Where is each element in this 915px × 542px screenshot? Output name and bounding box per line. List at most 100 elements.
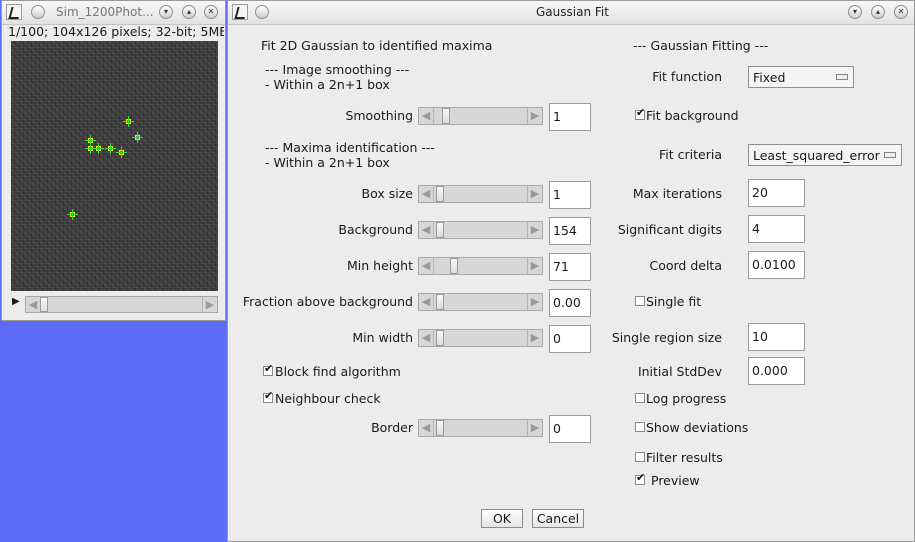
cancel-button[interactable]: Cancel [532,509,584,528]
imagej-app-icon[interactable] [6,4,22,20]
fraction-above-background-field[interactable]: 0.00 [549,289,591,317]
fit-criteria-select[interactable]: Least_squared_error [748,144,902,166]
min-width-label: Min width [352,330,413,345]
dialog-titlebar[interactable]: Gaussian Fit ▾ ▴ ✕ [228,1,914,25]
coord-delta-field[interactable]: 0.0100 [748,251,805,279]
slider-left-arrow-icon[interactable]: ◀ [419,108,434,124]
smoothing-field[interactable]: 1 [549,103,591,131]
slider-right-arrow-icon[interactable]: ▶ [527,330,542,346]
imagej-app-icon[interactable] [232,4,248,20]
slider-knob[interactable] [442,108,450,124]
close-icon[interactable]: ✕ [894,5,908,19]
microscopy-image[interactable] [11,41,218,291]
initial-stddev-label: Initial StdDev [637,364,722,379]
slider-left-arrow-icon[interactable]: ◀ [419,420,434,436]
log-progress-checkbox[interactable]: ✔ [635,393,645,403]
slider-knob[interactable] [436,330,444,346]
block-find-label[interactable]: Block find algorithm [275,364,401,379]
gaussian-fitting-header: --- Gaussian Fitting --- [633,38,769,53]
box-size-slider[interactable]: ◀ ▶ [418,185,543,203]
maxima-marker [93,143,104,154]
play-icon[interactable]: ▶ [12,296,20,307]
window-menu-icon[interactable] [31,5,45,19]
slider-right-arrow-icon[interactable]: ▶ [202,297,217,313]
fit-function-select[interactable]: Fixed [748,66,854,88]
fit-background-checkbox[interactable]: ✔ [635,106,646,120]
fraction-above-background-slider[interactable]: ◀ ▶ [418,293,543,311]
slider-right-arrow-icon[interactable]: ▶ [527,420,542,436]
smoothing-slider[interactable]: ◀ ▶ [418,107,543,125]
neighbour-check-label[interactable]: Neighbour check [275,391,381,406]
preview-checkbox[interactable]: ✔ [635,472,645,485]
filter-results-checkbox[interactable]: ✔ [635,452,645,462]
ok-button[interactable]: OK [481,509,523,528]
slider-left-arrow-icon[interactable]: ◀ [419,294,434,310]
background-slider[interactable]: ◀ ▶ [418,221,543,239]
fit-function-value: Fixed [753,70,786,85]
block-find-checkbox[interactable]: ✔ [263,362,274,376]
slider-right-arrow-icon[interactable]: ▶ [527,186,542,202]
frame-slider[interactable]: ◀ ▶ [25,296,218,313]
slider-left-arrow-icon[interactable]: ◀ [419,330,434,346]
single-fit-label[interactable]: Single fit [646,294,701,309]
show-deviations-checkbox[interactable]: ✔ [635,422,645,432]
show-deviations-label[interactable]: Show deviations [646,420,748,435]
fit-criteria-label: Fit criteria [659,147,722,162]
maximize-icon[interactable]: ▴ [182,5,196,19]
filter-results-label[interactable]: Filter results [646,450,723,465]
smoothing-section-header: --- Image smoothing --- [265,62,410,77]
max-iterations-field[interactable]: 20 [748,179,805,207]
slider-knob[interactable] [436,420,444,436]
checkmark-icon: ✔ [264,362,274,375]
neighbour-check-checkbox[interactable]: ✔ [263,390,273,403]
border-field[interactable]: 0 [549,415,591,443]
coord-delta-label: Coord delta [649,258,722,273]
image-window: Sim_1200Phot... ▾ ▴ ✕ 1/100; 104x126 pix… [1,0,226,321]
min-width-slider[interactable]: ◀ ▶ [418,329,543,347]
max-iterations-label: Max iterations [632,186,722,201]
slider-right-arrow-icon[interactable]: ▶ [527,294,542,310]
image-window-title: Sim_1200Phot... [56,5,154,19]
border-slider[interactable]: ◀ ▶ [418,419,543,437]
image-window-titlebar[interactable]: Sim_1200Phot... ▾ ▴ ✕ [2,1,225,25]
maximize-icon[interactable]: ▴ [871,5,885,19]
dropdown-icon [836,74,848,80]
slider-left-arrow-icon[interactable]: ◀ [419,258,434,274]
slider-knob[interactable] [436,222,444,238]
minimize-icon[interactable]: ▾ [159,5,173,19]
significant-digits-field[interactable]: 4 [748,215,805,243]
slider-left-arrow-icon[interactable]: ◀ [419,186,434,202]
fit-background-label[interactable]: Fit background [646,108,739,123]
slider-left-arrow-icon[interactable]: ◀ [419,222,434,238]
smoothing-label: Smoothing [345,108,413,123]
frame-slider-knob[interactable] [40,297,48,312]
maxima-marker [132,132,143,143]
window-menu-icon[interactable] [255,5,269,19]
smoothing-section-sub: - Within a 2n+1 box [265,77,390,92]
min-height-slider[interactable]: ◀ ▶ [418,257,543,275]
preview-label[interactable]: Preview [651,473,700,488]
checkmark-icon: ✔ [636,106,646,119]
slider-knob[interactable] [436,186,444,202]
maxima-section-header: --- Maxima identification --- [265,140,435,155]
single-region-size-field[interactable]: 10 [748,323,805,351]
slider-knob[interactable] [450,258,458,274]
maxima-section-sub: - Within a 2n+1 box [265,155,390,170]
maxima-marker [123,116,134,127]
log-progress-label[interactable]: Log progress [646,391,726,406]
initial-stddev-field[interactable]: 0.000 [748,357,805,385]
slider-right-arrow-icon[interactable]: ▶ [527,222,542,238]
maxima-marker [67,209,78,220]
fraction-above-background-label: Fraction above background [242,294,413,309]
minimize-icon[interactable]: ▾ [848,5,862,19]
single-region-size-label: Single region size [611,330,722,345]
slider-right-arrow-icon[interactable]: ▶ [527,108,542,124]
slider-left-arrow-icon[interactable]: ◀ [26,297,41,313]
fit-criteria-value: Least_squared_error [753,148,880,163]
significant-digits-label: Significant digits [617,222,722,237]
single-fit-checkbox[interactable]: ✔ [635,296,645,306]
dialog-title: Gaussian Fit [536,5,609,19]
close-icon[interactable]: ✕ [204,5,218,19]
slider-knob[interactable] [436,294,444,310]
slider-right-arrow-icon[interactable]: ▶ [527,258,542,274]
